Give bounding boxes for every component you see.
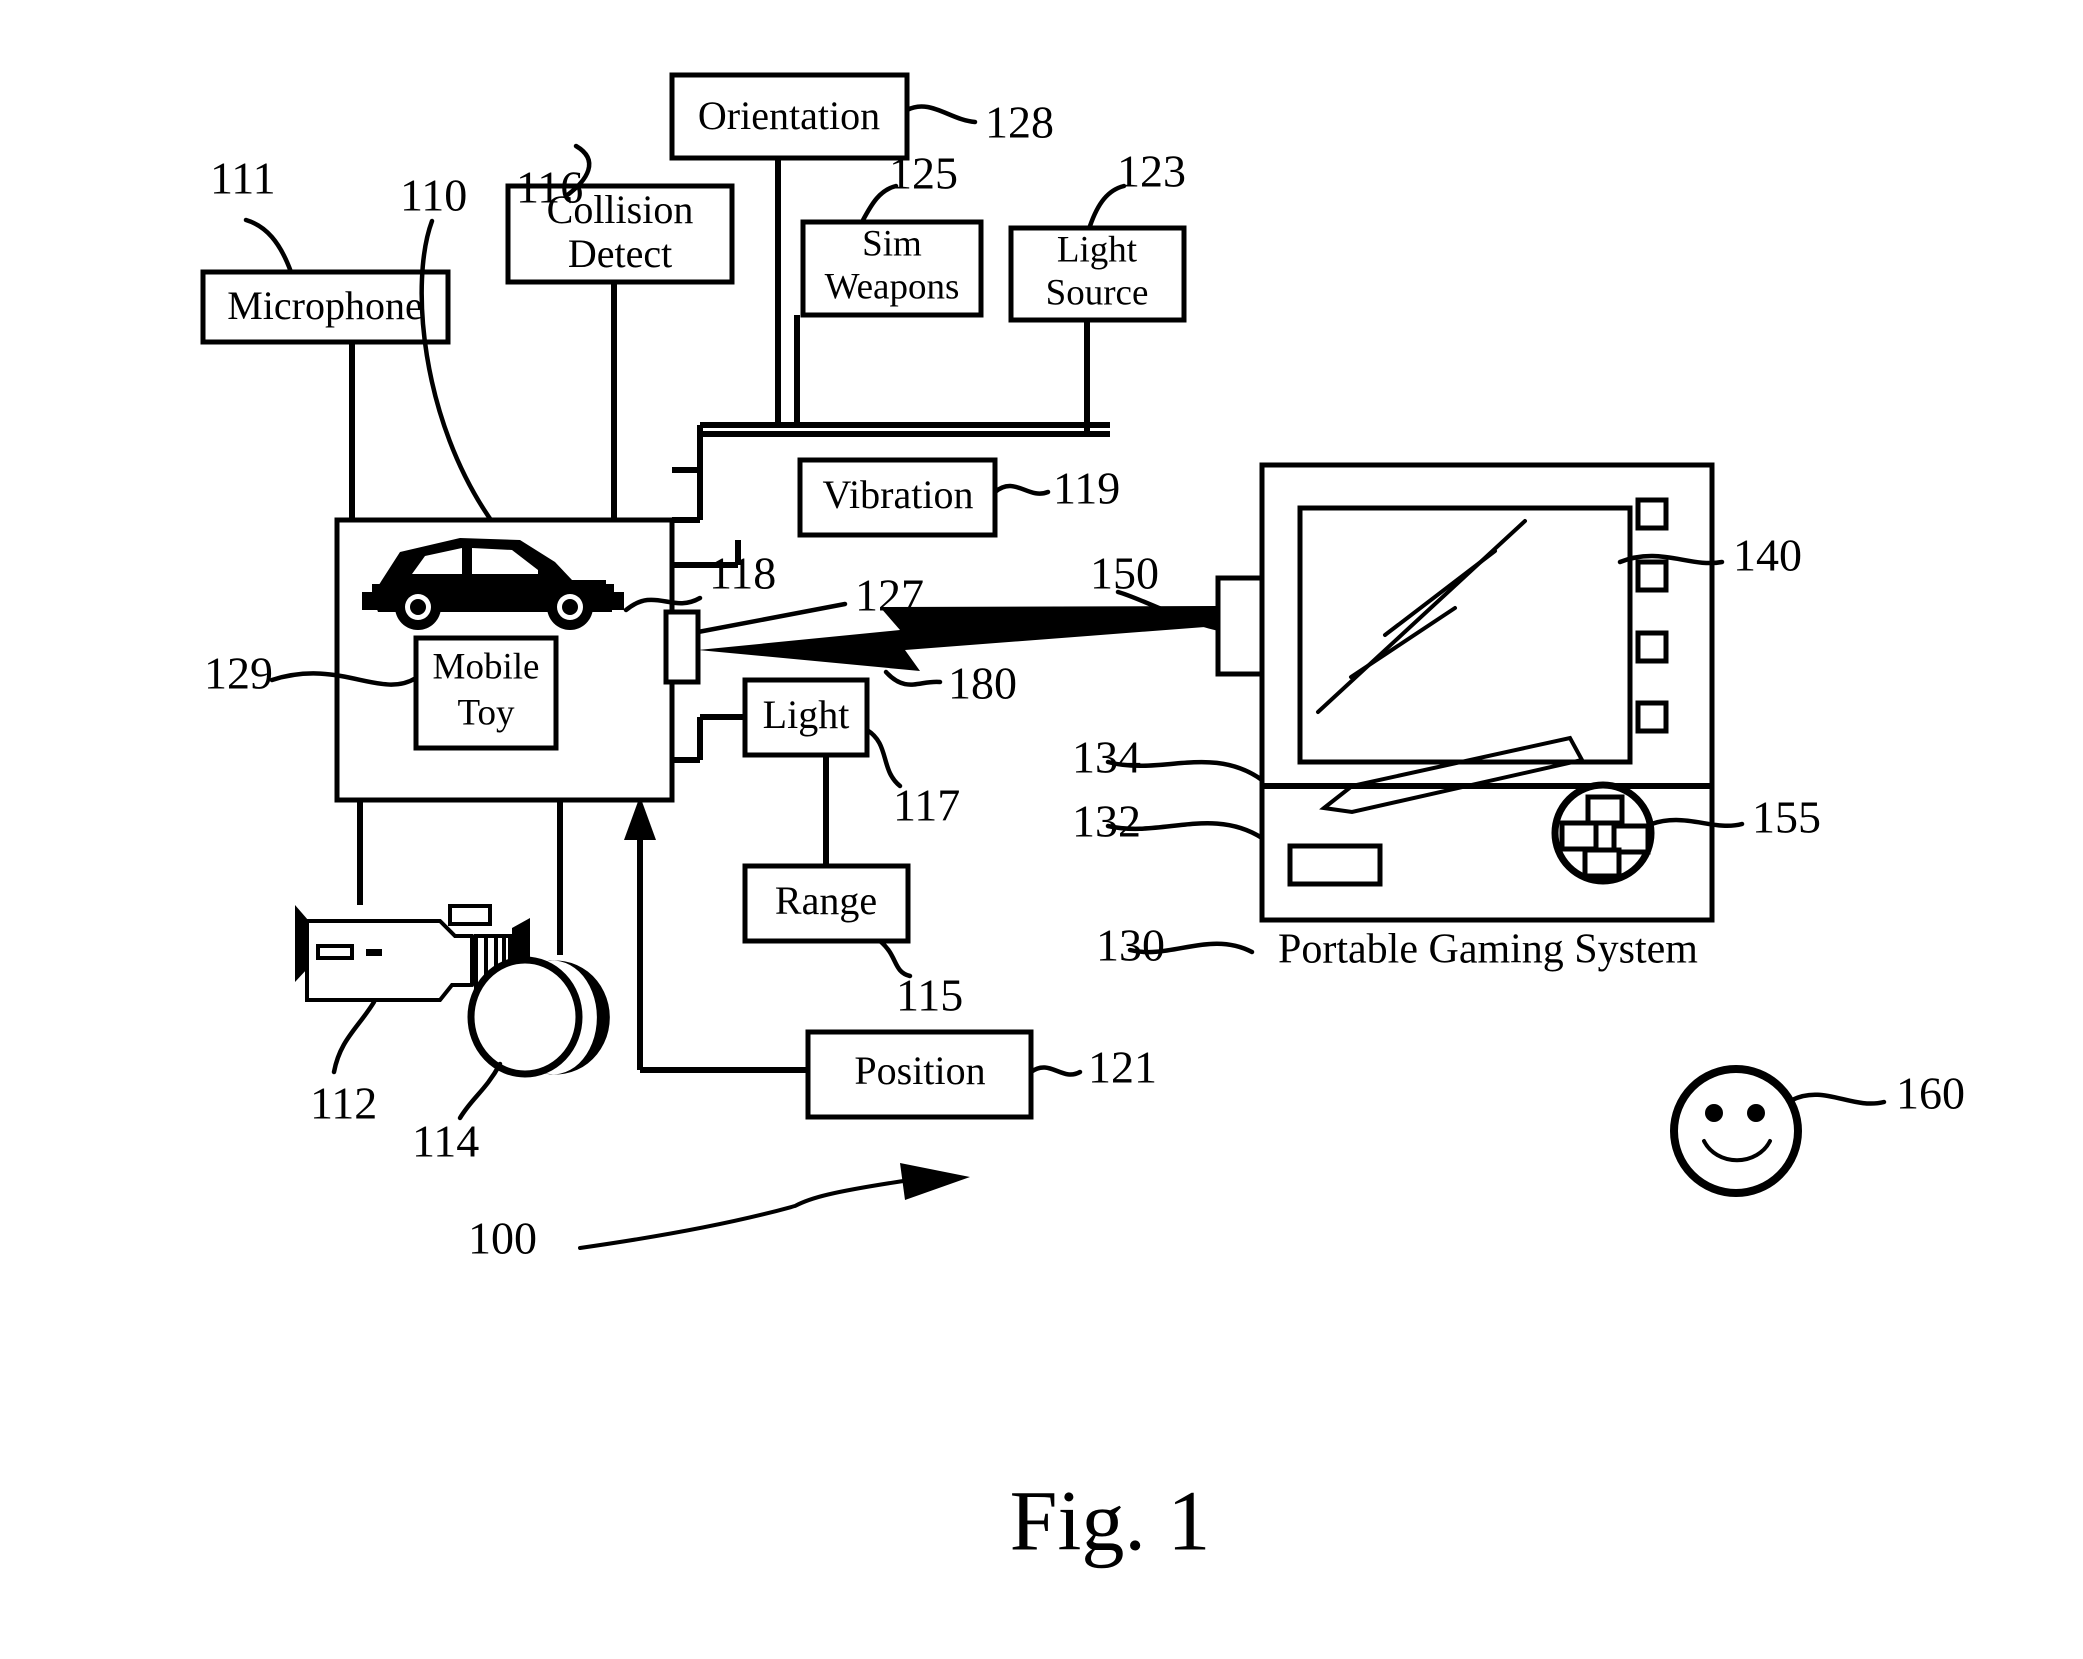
block-light[interactable]: Light xyxy=(742,677,870,758)
block-range[interactable]: Range xyxy=(742,863,911,944)
console-speaker-132 xyxy=(1287,843,1383,887)
patent-figure-page: Orientation 128 Collision Detect 116 Sim… xyxy=(0,0,2083,1659)
ref-num-110: 110 xyxy=(400,170,467,221)
ball-icon xyxy=(467,956,610,1078)
block-sim-weapons-label-line1: Sim xyxy=(862,223,922,264)
ref-num-155: 155 xyxy=(1752,792,1821,843)
block-mobile-toy-label-line1: Mobile xyxy=(433,646,540,687)
ref-num-134: 134 xyxy=(1072,732,1141,783)
block-range-label: Range xyxy=(775,878,877,923)
block-position-label: Position xyxy=(854,1048,985,1093)
block-mobile-toy[interactable]: Mobile Toy xyxy=(413,635,559,751)
ref-num-114: 114 xyxy=(412,1116,479,1167)
block-sim-weapons-label-line2: Weapons xyxy=(825,266,960,307)
block-position[interactable]: Position xyxy=(805,1029,1034,1120)
gaming-system-caption: Portable Gaming System xyxy=(1278,927,1698,973)
ref-num-125: 125 xyxy=(889,148,958,199)
leader-117 xyxy=(864,727,903,789)
ref-num-112: 112 xyxy=(310,1078,377,1129)
leader-119 xyxy=(992,483,1051,496)
ref-num-180: 180 xyxy=(948,658,1017,709)
ref-num-129: 129 xyxy=(204,648,273,699)
leader-112 xyxy=(331,999,377,1075)
block-light-source-label-line1: Light xyxy=(1057,229,1138,270)
block-mobile-toy-label-line2: Toy xyxy=(457,692,515,733)
console-button-4 xyxy=(1635,700,1669,734)
ref-num-100: 100 xyxy=(468,1213,537,1264)
leader-110 xyxy=(419,218,496,526)
ref-num-118: 118 xyxy=(709,548,776,599)
leader-128 xyxy=(904,104,978,125)
block-sim-weapons[interactable]: Sim Weapons xyxy=(800,219,984,318)
console-button-3 xyxy=(1635,630,1669,664)
toy-transceiver-port xyxy=(663,609,701,685)
ref-num-116: 116 xyxy=(516,162,583,213)
figure-title: Fig. 1 xyxy=(1010,1473,1211,1569)
ref-num-150: 150 xyxy=(1090,548,1159,599)
ref-num-115: 115 xyxy=(896,970,963,1021)
ref-num-119: 119 xyxy=(1053,463,1120,514)
leader-160 xyxy=(1789,1092,1887,1106)
block-vibration[interactable]: Vibration xyxy=(797,457,998,538)
leader-121 xyxy=(1028,1065,1083,1077)
ref-num-132: 132 xyxy=(1072,796,1141,847)
ref-num-140: 140 xyxy=(1733,530,1802,581)
console-ir-port-150 xyxy=(1215,575,1269,677)
block-light-source-label-line2: Source xyxy=(1046,272,1149,313)
block-microphone[interactable]: Microphone xyxy=(200,269,451,345)
ref-num-128: 128 xyxy=(985,97,1054,148)
block-orientation[interactable]: Orientation xyxy=(669,72,910,161)
ref-num-160: 160 xyxy=(1896,1068,1965,1119)
block-microphone-label: Microphone xyxy=(227,283,423,328)
dpad-icon[interactable] xyxy=(1551,781,1655,885)
ref-num-121: 121 xyxy=(1088,1042,1157,1093)
console-button-1 xyxy=(1635,497,1669,531)
figure-canvas: Orientation 128 Collision Detect 116 Sim… xyxy=(200,72,1965,1569)
console-button-2 xyxy=(1635,559,1669,593)
portable-gaming-system[interactable] xyxy=(1259,462,1715,923)
ref-num-117: 117 xyxy=(893,780,960,831)
block-orientation-label: Orientation xyxy=(698,93,880,138)
leader-127 xyxy=(695,601,848,635)
ref-num-130: 130 xyxy=(1096,920,1165,971)
console-screen-140 xyxy=(1297,505,1633,765)
system-overview-arrow-icon xyxy=(578,1163,970,1250)
ref-num-123: 123 xyxy=(1117,146,1186,197)
leader-111 xyxy=(243,217,294,275)
smiley-face-icon xyxy=(1670,1065,1802,1197)
block-light-source[interactable]: Light Source xyxy=(1008,225,1187,323)
block-collision-detect-label-line2: Detect xyxy=(568,231,672,276)
leader-180 xyxy=(883,669,943,687)
block-light-label: Light xyxy=(763,692,850,737)
ref-num-111: 111 xyxy=(210,153,276,204)
leader-114 xyxy=(457,1061,503,1121)
block-vibration-label: Vibration xyxy=(823,472,974,517)
